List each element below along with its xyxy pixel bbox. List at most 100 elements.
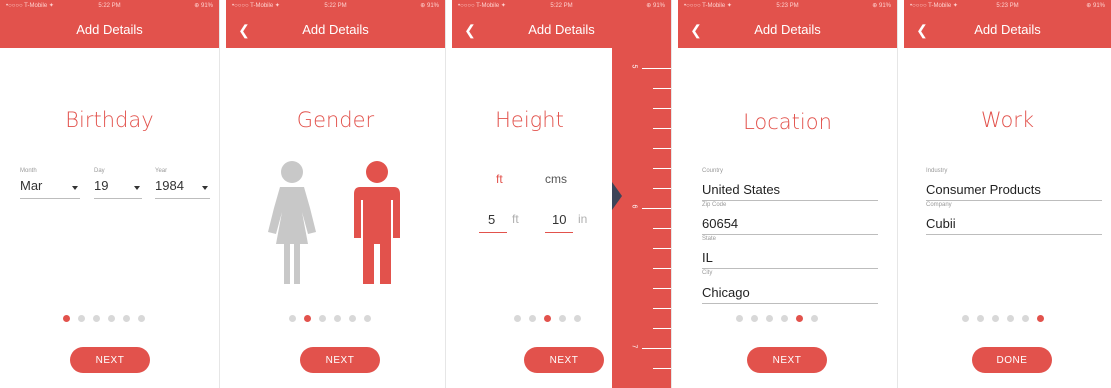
city-value: Chicago	[702, 285, 750, 300]
nav-header: ❮ Add Details	[226, 12, 445, 48]
industry-field[interactable]: Industry Consumer Products	[926, 168, 1102, 201]
ruler-tick	[653, 268, 671, 269]
back-arrow-icon[interactable]: ❮	[914, 12, 930, 48]
battery-text: ⊕ 91%	[194, 3, 213, 9]
inches-unit: in	[578, 212, 588, 226]
status-bar: •○○○○ T-Mobile ✦ 5:22 PM ⊕ 91%	[226, 0, 445, 12]
page-indicator	[289, 315, 371, 323]
header-title: Add Details	[974, 22, 1041, 37]
header-title: Add Details	[302, 22, 369, 37]
screen-gender: •○○○○ T-Mobile ✦ 5:22 PM ⊕ 91% ❮ Add Det…	[226, 0, 446, 388]
state-label: State	[702, 236, 717, 242]
month-label: Month	[20, 168, 37, 174]
page-dot	[514, 315, 521, 322]
height-ruler-slider[interactable]: 5 6 7	[612, 48, 671, 388]
next-button[interactable]: NEXT	[524, 347, 604, 373]
year-value: 1984	[155, 178, 184, 193]
page-indicator	[962, 315, 1044, 323]
year-select[interactable]: Year 1984	[155, 168, 210, 199]
state-field[interactable]: State IL	[702, 236, 878, 269]
city-field[interactable]: City Chicago	[702, 270, 878, 304]
next-button[interactable]: NEXT	[300, 347, 380, 373]
nav-header: ❮ Add Details	[678, 12, 897, 48]
page-dot	[1007, 315, 1014, 322]
battery-text: ⊕ 91%	[420, 3, 439, 9]
battery-text: ⊕ 91%	[1086, 3, 1105, 9]
battery-text: ⊕ 91%	[872, 3, 891, 9]
ruler-pointer-icon	[612, 182, 622, 210]
industry-label: Industry	[926, 168, 948, 174]
feet-value[interactable]: 5	[488, 212, 495, 227]
day-value: 19	[94, 178, 109, 193]
ruler-tick	[653, 148, 671, 149]
ruler-label: 7	[630, 344, 638, 349]
back-arrow-icon[interactable]: ❮	[688, 12, 704, 48]
page-dot-active	[796, 315, 803, 322]
screen-height: •○○○○ T-Mobile ✦ 5:22 PM ⊕ 91% ❮ Add Det…	[452, 0, 672, 388]
back-arrow-icon[interactable]: ❮	[236, 12, 252, 48]
ruler-tick	[653, 308, 671, 309]
header-title: Add Details	[76, 22, 143, 37]
clock-text: 5:22 PM	[324, 3, 347, 9]
zip-code-value: 60654	[702, 216, 739, 231]
page-indicator	[63, 315, 145, 323]
ruler-tick	[653, 248, 671, 249]
ruler-tick	[642, 68, 671, 69]
page-title: Gender	[296, 108, 375, 132]
screen-work: •○○○○ T-Mobile ✦ 5:23 PM ⊕ 91% ❮ Add Det…	[904, 0, 1111, 388]
nav-header: ❮ Add Details	[904, 12, 1111, 48]
nav-header: Add Details	[0, 12, 219, 48]
inches-value[interactable]: 10	[552, 212, 566, 227]
status-bar: •○○○○ T-Mobile ✦ 5:22 PM ⊕ 91%	[452, 0, 671, 12]
female-figure-icon[interactable]	[262, 160, 322, 286]
page-dot	[977, 315, 984, 322]
page-title: Height	[495, 108, 564, 132]
company-field[interactable]: Company Cubii	[926, 202, 1102, 235]
day-select[interactable]: Day 19	[94, 168, 142, 199]
country-field[interactable]: Country United States	[702, 168, 878, 201]
city-label: City	[702, 270, 713, 276]
page-dot	[751, 315, 758, 322]
tab-ft[interactable]: ft	[496, 172, 503, 186]
country-label: Country	[702, 168, 724, 174]
ruler-tick	[653, 228, 671, 229]
page-indicator	[736, 315, 818, 323]
page-dot	[766, 315, 773, 322]
clock-text: 5:23 PM	[776, 3, 799, 9]
page-dot	[319, 315, 326, 322]
male-figure-icon[interactable]	[352, 160, 402, 286]
page-dot	[138, 315, 145, 322]
month-select[interactable]: Month Mar	[20, 168, 80, 199]
status-bar: •○○○○ T-Mobile ✦ 5:23 PM ⊕ 91%	[904, 0, 1111, 12]
tab-cms[interactable]: cms	[545, 172, 567, 186]
header-title: Add Details	[528, 22, 595, 37]
ruler-tick	[653, 288, 671, 289]
page-dot	[736, 315, 743, 322]
ruler-tick	[653, 368, 671, 369]
page-title: Work	[980, 108, 1035, 132]
page-indicator	[514, 315, 581, 323]
ruler-tick	[653, 108, 671, 109]
page-dot-active	[1037, 315, 1044, 322]
day-label: Day	[94, 168, 105, 174]
back-arrow-icon[interactable]: ❮	[462, 12, 478, 48]
next-button[interactable]: NEXT	[70, 347, 150, 373]
ruler-label: 6	[630, 204, 638, 209]
nav-header: ❮ Add Details	[452, 12, 671, 48]
clock-text: 5:22 PM	[98, 3, 121, 9]
next-button[interactable]: NEXT	[747, 347, 827, 373]
page-dot	[962, 315, 969, 322]
done-button[interactable]: DONE	[972, 347, 1052, 373]
ruler-tick	[642, 348, 671, 349]
screen-birthday: •○○○○ T-Mobile ✦ 5:22 PM ⊕ 91% Add Detai…	[0, 0, 220, 388]
status-bar: •○○○○ T-Mobile ✦ 5:22 PM ⊕ 91%	[0, 0, 219, 12]
inches-underline	[545, 232, 573, 233]
page-dot	[123, 315, 130, 322]
chevron-down-icon	[72, 186, 78, 190]
zip-code-label: Zip Code	[702, 202, 727, 208]
page-dot-active	[544, 315, 551, 322]
page-dot	[289, 315, 296, 322]
zip-code-field[interactable]: Zip Code 60654	[702, 202, 878, 235]
page-dot	[811, 315, 818, 322]
year-label: Year	[155, 168, 168, 174]
